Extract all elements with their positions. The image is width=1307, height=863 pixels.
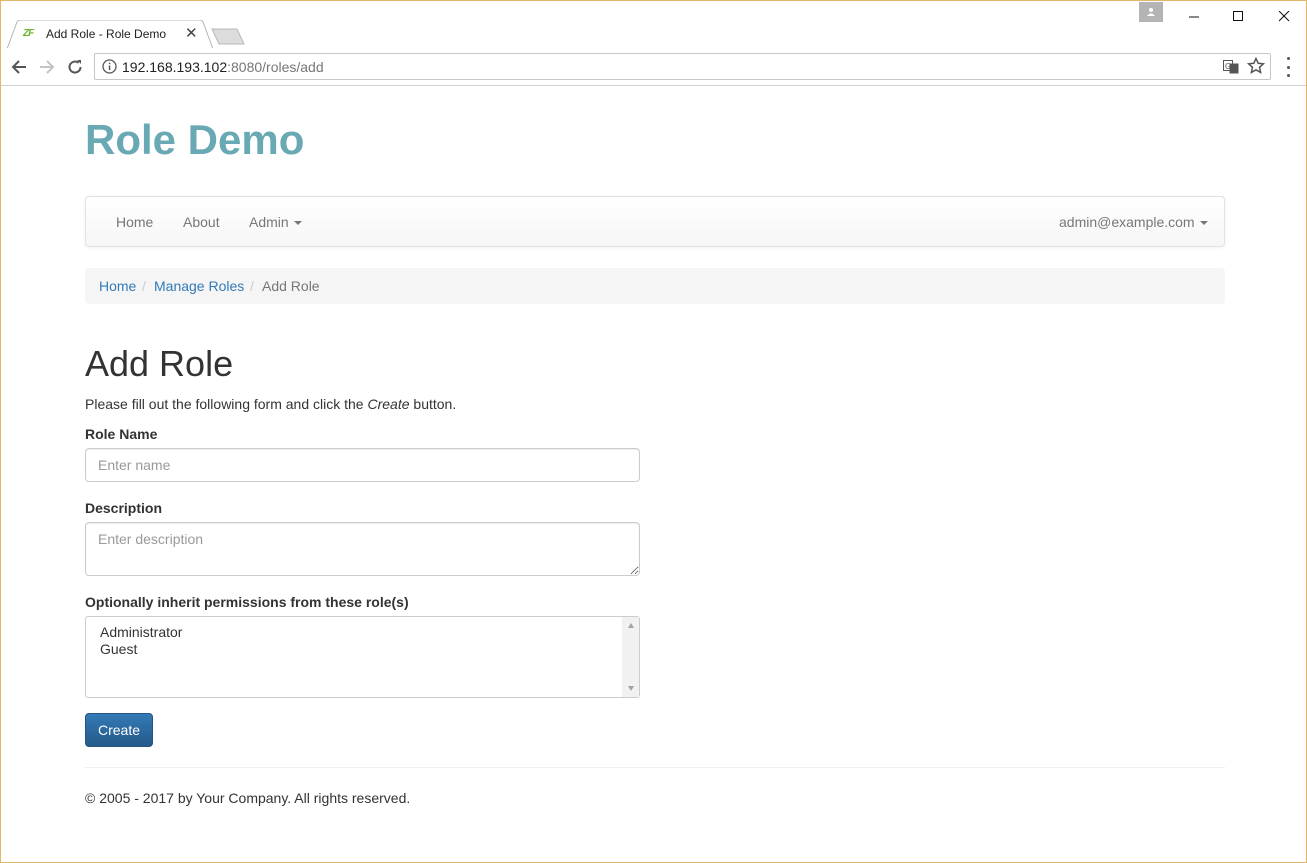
maximize-button[interactable] [1215,1,1261,31]
close-window-button[interactable] [1261,1,1306,31]
tab-title: Add Role - Role Demo [46,27,167,41]
scroll-up-arrow-icon[interactable] [628,623,634,628]
svg-text:G: G [1225,62,1231,71]
user-email: admin@example.com [1059,214,1195,230]
arrow-right-icon [40,60,55,74]
role-name-label: Role Name [85,426,158,442]
reload-button[interactable] [64,56,86,78]
tab-close-icon[interactable]: ✕ [185,25,198,43]
minimize-button[interactable] [1171,1,1217,31]
intro-text-emphasis: Create [367,396,410,412]
breadcrumb-separator: / [142,278,146,294]
caret-down-icon [293,221,302,226]
role-option-administrator[interactable]: Administrator [100,624,182,640]
url-text[interactable]: 192.168.193.102:8080/roles/add [122,59,324,75]
url-host: 192.168.193.102 [122,59,228,75]
create-button[interactable]: Create [85,713,153,747]
maximize-icon [1232,10,1243,21]
footer-divider [85,767,1225,768]
browser-window: ZF Add Role - Role Demo ✕ 192.168.193.10… [0,0,1307,863]
inherit-roles-label: Optionally inherit permissions from thes… [85,594,409,610]
page-content: Role Demo Home About Admin admin@example… [1,87,1306,862]
page-title: Add Role [85,343,234,384]
minimize-icon [1188,16,1199,17]
footer-copyright: © 2005 - 2017 by Your Company. All right… [85,790,411,806]
role-option-guest[interactable]: Guest [100,641,137,657]
back-button[interactable] [8,56,30,78]
description-label: Description [85,500,163,516]
nav-about[interactable]: About [183,214,220,230]
browser-toolbar: 192.168.193.102:8080/roles/add G [1,48,1306,86]
breadcrumb-manage-roles[interactable]: Manage Roles [154,278,244,294]
site-brand[interactable]: Role Demo [85,116,304,164]
inherit-roles-select[interactable]: Administrator Guest [85,616,640,698]
info-icon[interactable] [102,59,117,74]
forward-button[interactable] [36,56,58,78]
reload-icon [68,60,82,74]
url-path: :8080/roles/add [227,59,324,75]
user-profile-icon[interactable] [1139,2,1163,22]
close-icon [1278,10,1289,21]
intro-text-start: Please fill out the following form and c… [85,396,368,412]
listbox-scrollbar[interactable] [622,617,639,697]
main-navbar: Home About Admin admin@example.com [85,196,1225,247]
breadcrumb: Home / Manage Roles / Add Role [85,268,1225,304]
browser-menu-icon[interactable] [1281,57,1295,77]
form-intro: Please fill out the following form and c… [85,396,456,412]
caret-down-icon [1199,221,1208,226]
user-menu-dropdown[interactable]: admin@example.com [1059,214,1208,230]
new-tab-button[interactable] [211,28,245,45]
description-textarea[interactable] [85,522,640,576]
breadcrumb-separator: / [250,278,254,294]
arrow-left-icon [11,60,26,74]
breadcrumb-current: Add Role [262,278,320,294]
zend-favicon-icon: ZF [23,28,34,39]
scroll-down-arrow-icon[interactable] [628,686,634,691]
bookmark-star-icon[interactable] [1247,57,1265,75]
intro-text-end: button. [409,396,457,412]
nav-admin-dropdown[interactable]: Admin [249,214,302,230]
breadcrumb-home[interactable]: Home [99,278,136,294]
translate-icon[interactable]: G [1223,59,1239,75]
address-bar[interactable]: 192.168.193.102:8080/roles/add G [94,53,1271,80]
title-bar: ZF Add Role - Role Demo ✕ [1,1,1306,49]
nav-home[interactable]: Home [116,214,153,230]
role-name-input[interactable] [85,448,640,482]
nav-admin-label: Admin [249,214,289,230]
